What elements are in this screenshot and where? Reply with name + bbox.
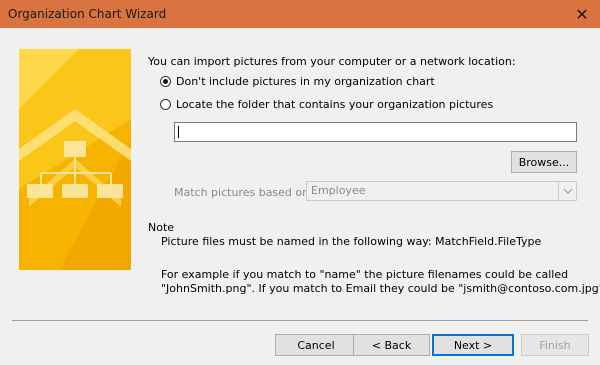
back-button[interactable]: < Back [353, 334, 430, 356]
close-icon: ✕ [575, 4, 589, 24]
radio-locate-folder[interactable] [160, 99, 171, 110]
wizard-window: Organization Chart Wizard ✕ You can impo… [0, 0, 600, 365]
match-selected-value: Employee [311, 184, 366, 197]
back-button-label: < Back [371, 338, 412, 352]
browse-button-label: Browse... [518, 155, 570, 169]
note-line-1: Picture files must be named in the follo… [161, 235, 542, 248]
option-locate-folder-label: Locate the folder that contains your org… [176, 98, 494, 111]
match-select[interactable]: Employee [306, 181, 577, 201]
chevron-down-icon[interactable] [558, 182, 576, 200]
intro-text: You can import pictures from your comput… [148, 55, 516, 68]
option-no-pictures-label: Don't include pictures in my organizatio… [176, 75, 435, 88]
browse-button[interactable]: Browse... [511, 151, 577, 173]
option-no-pictures[interactable]: Don't include pictures in my organizatio… [160, 75, 435, 88]
window-title: Organization Chart Wizard [8, 7, 167, 21]
folder-path-input[interactable] [174, 122, 577, 142]
text-caret [178, 126, 179, 138]
org-chart-illustration [19, 49, 131, 270]
cancel-button-label: Cancel [297, 338, 335, 352]
option-locate-folder[interactable]: Locate the folder that contains your org… [160, 98, 493, 111]
finish-button-label: Finish [539, 338, 571, 352]
note-line-3: "JohnSmith.png". If you match to Email t… [161, 282, 600, 295]
next-button-label: Next > [453, 338, 493, 352]
cancel-button[interactable]: Cancel [275, 334, 357, 356]
footer-separator [12, 320, 588, 321]
match-label: Match pictures based on: [174, 186, 313, 199]
org-chart-graphic [19, 49, 131, 270]
title-bar: Organization Chart Wizard ✕ [0, 0, 600, 28]
note-title: Note [148, 221, 175, 234]
finish-button[interactable]: Finish [521, 334, 589, 356]
note-line-2: For example if you match to "name" the p… [161, 268, 569, 281]
next-button[interactable]: Next > [432, 334, 514, 356]
radio-no-pictures[interactable] [160, 76, 171, 87]
close-button[interactable]: ✕ [564, 0, 600, 28]
